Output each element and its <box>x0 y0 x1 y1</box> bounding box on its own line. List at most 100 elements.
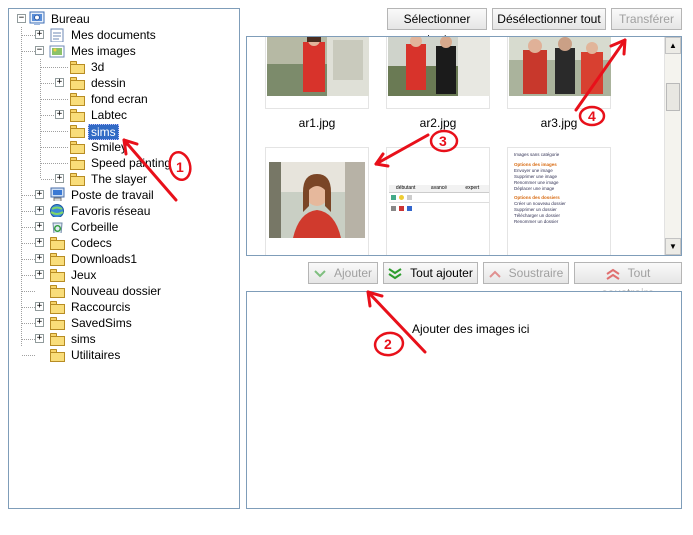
toolbar-icon <box>407 205 412 211</box>
preview-item: Déplacer une image <box>514 186 555 191</box>
photo-sim-portrait <box>269 162 365 238</box>
tree-item-label: fond ecran <box>91 92 148 106</box>
folder-tree[interactable]: − Bureau + Mes documents − Mes images 3d… <box>8 8 240 509</box>
remove-button[interactable]: Soustraire <box>483 262 569 284</box>
expand-icon[interactable]: + <box>35 254 44 263</box>
expand-icon[interactable]: + <box>55 174 64 183</box>
thumbnail-name: ar1.jpg <box>298 116 336 130</box>
folder-icon <box>69 76 86 90</box>
add-button[interactable]: Ajouter <box>308 262 378 284</box>
toolbar-icon <box>399 205 404 211</box>
chevron-up-red-icon <box>488 270 501 278</box>
preview-tab-label: expert <box>465 185 480 191</box>
tree-item-label: Smiley <box>91 140 128 154</box>
expand-icon[interactable]: + <box>35 334 44 343</box>
tree-item-label: Mes documents <box>71 28 156 42</box>
tree-item-label: Codecs <box>71 236 112 250</box>
thumbnail-portrait[interactable] <box>265 147 369 255</box>
tree-item-label: sims <box>88 124 119 140</box>
documents-icon <box>50 28 64 42</box>
folder-icon <box>49 252 66 266</box>
toolbar-icon <box>391 205 396 211</box>
expand-icon[interactable]: + <box>55 110 64 119</box>
collapse-icon[interactable]: − <box>35 46 44 55</box>
scrollbar-thumb[interactable] <box>666 83 680 111</box>
folder-icon <box>49 268 66 282</box>
scroll-up-arrow-icon[interactable]: ▲ <box>665 37 681 54</box>
thumbnail-grid[interactable]: ar1.jpg ar2.jpg ar3.jpg débutant avancé … <box>246 36 682 256</box>
toolbar-icon <box>391 195 396 200</box>
expand-icon[interactable]: + <box>55 78 64 87</box>
collapse-icon[interactable]: − <box>17 14 26 23</box>
folder-icon <box>69 156 86 170</box>
folder-icon <box>69 172 86 186</box>
thumbnail-ar3[interactable] <box>507 37 611 109</box>
expand-icon[interactable]: + <box>35 222 44 231</box>
expand-icon[interactable]: + <box>35 318 44 327</box>
tree-item-label: SavedSims <box>71 316 132 330</box>
computer-icon <box>50 187 65 201</box>
thumbnail-scrollbar[interactable]: ▲ ▼ <box>664 37 681 255</box>
folder-icon <box>69 140 86 154</box>
photo-sim-group <box>509 37 611 96</box>
remove-button-label: Soustraire <box>508 266 564 280</box>
tree-item-label: Nouveau dossier <box>71 284 162 298</box>
selected-images-drop-area[interactable]: Ajouter des images ici <box>246 291 682 509</box>
folder-icon <box>69 92 86 106</box>
add-all-button[interactable]: Tout ajouter <box>383 262 478 284</box>
tree-item-label: Speed painting <box>91 156 172 170</box>
folder-icon <box>69 124 86 138</box>
tree-item-label: Raccourcis <box>71 300 131 314</box>
folder-icon <box>49 300 66 314</box>
deselect-all-button[interactable]: Désélectionner tout <box>492 8 606 30</box>
tree-item-label: The slayer <box>91 172 148 186</box>
pictures-icon <box>49 45 65 58</box>
tree-item-label: Downloads1 <box>71 252 138 266</box>
select-all-button[interactable]: Sélectionner tout <box>387 8 487 46</box>
expand-icon[interactable]: + <box>35 30 44 39</box>
folder-icon <box>49 236 66 250</box>
thumbnail-ar1[interactable] <box>265 37 369 109</box>
add-button-label: Ajouter <box>333 266 373 280</box>
expand-icon[interactable]: + <box>35 302 44 311</box>
thumbnail-menu-screenshot[interactable]: Images sans catégorie Options des images… <box>507 147 611 255</box>
tree-item-label: Favoris réseau <box>71 204 151 218</box>
expand-icon[interactable]: + <box>35 270 44 279</box>
scroll-down-arrow-icon[interactable]: ▼ <box>665 238 681 255</box>
folder-icon <box>69 108 86 122</box>
folder-icon <box>49 316 66 330</box>
tree-item-label: Jeux <box>71 268 97 282</box>
menu-preview: Images sans catégorie Options des images… <box>514 152 608 225</box>
expand-icon[interactable]: + <box>35 190 44 199</box>
desktop-icon <box>29 11 45 25</box>
toolbar-icon <box>407 195 412 200</box>
preview-doc-heading: Images sans catégorie <box>514 152 560 157</box>
expand-icon[interactable]: + <box>35 238 44 247</box>
transfer-button[interactable]: Transférer <box>611 8 682 30</box>
folder-icon <box>49 284 66 298</box>
tree-item-label: Poste de travail <box>71 188 154 202</box>
folder-icon <box>49 348 66 362</box>
recycle-bin-icon <box>52 222 63 233</box>
tree-item-label: Labtec <box>91 108 128 122</box>
thumbnail-name: ar3.jpg <box>540 116 578 130</box>
tree-item-label: Bureau <box>51 12 90 26</box>
remove-all-button[interactable]: Tout soustraire <box>574 262 682 300</box>
tree-item-label: dessin <box>91 76 126 90</box>
double-chevron-down-green-icon <box>388 267 402 280</box>
photo-sim-woman-red-dress <box>267 37 369 96</box>
double-chevron-up-red-icon <box>606 268 620 280</box>
tree-item-label: 3d <box>91 60 105 74</box>
tree-item-label: Utilitaires <box>71 348 121 362</box>
tree-item-label: Corbeille <box>71 220 119 234</box>
preview-tab-label: avancé <box>430 185 448 191</box>
thumbnail-name: ar2.jpg <box>419 116 457 130</box>
folder-icon <box>69 60 86 74</box>
chevron-down-green-icon <box>314 270 326 278</box>
preview-item: Renommer un dossier <box>514 219 559 224</box>
thumbnail-editor-screenshot[interactable]: débutant avancé expert <box>386 147 490 255</box>
expand-icon[interactable]: + <box>35 206 44 215</box>
preview-tab-label: débutant <box>395 185 416 191</box>
editor-preview: débutant avancé expert <box>389 185 489 221</box>
thumbnail-ar2[interactable] <box>386 37 490 109</box>
